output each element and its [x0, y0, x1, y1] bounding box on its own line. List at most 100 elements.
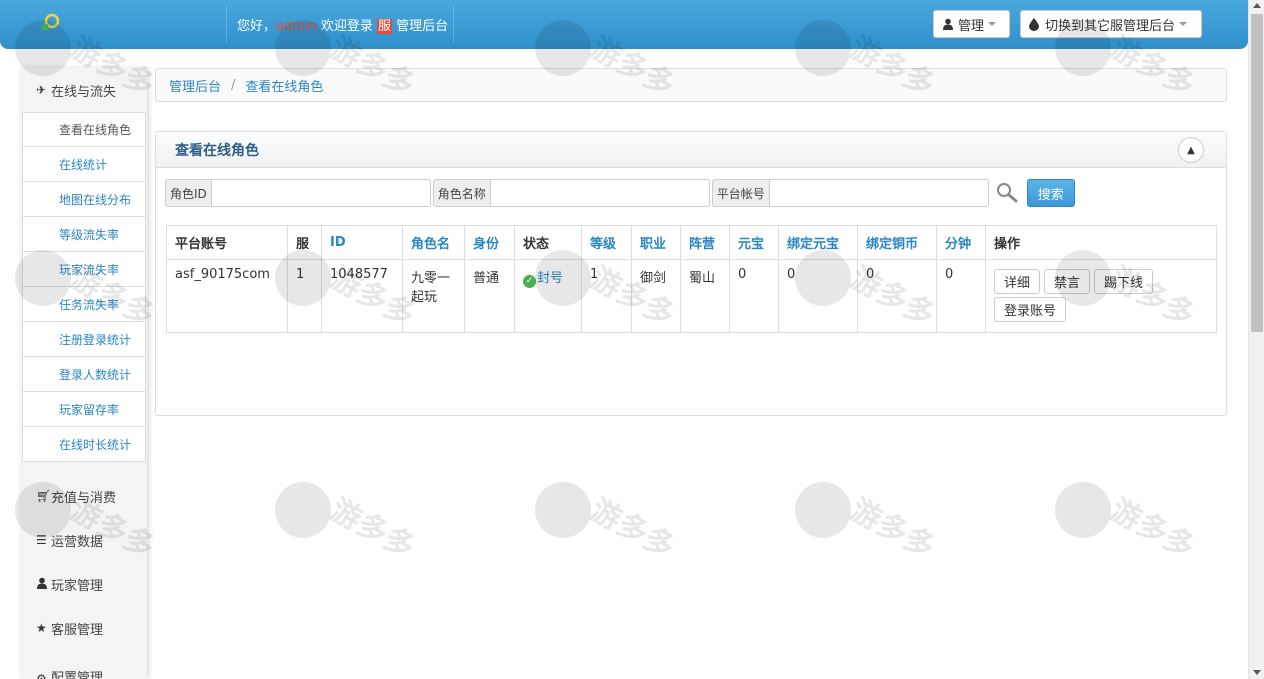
mute-button[interactable]: 禁言 — [1044, 269, 1091, 294]
top-navbar: 您好，admin 欢迎登录 服 管理后台 管理 切换到其它服管理后台 — [0, 0, 1248, 49]
sidebar-group-customer-service[interactable]: ★ 客服管理 — [20, 606, 147, 650]
server-badge: 服 — [377, 19, 393, 34]
username: admin — [276, 19, 317, 34]
sidebar-item-online-roles[interactable]: 查看在线角色 — [22, 112, 146, 147]
plane-icon: ✈ — [36, 83, 47, 97]
sidebar-item-map-distribution[interactable]: 地图在线分布 — [22, 182, 146, 217]
cell-server: 1 — [287, 259, 322, 333]
column-header-sortable[interactable]: ID — [321, 225, 403, 260]
breadcrumb-current-link[interactable]: 查看在线角色 — [245, 76, 323, 95]
sidebar-group-label: 玩家管理 — [51, 578, 104, 594]
status-link[interactable]: ✓ 封号 — [523, 271, 563, 288]
sidebar-item-login-count-stats[interactable]: 登录人数统计 — [22, 357, 146, 392]
watermark-text: 游多多 — [584, 492, 681, 566]
sidebar-item-register-login-stats[interactable]: 注册登录统计 — [22, 322, 146, 357]
column-header: 服 — [287, 225, 322, 260]
cart-icon: 🛒︎ — [36, 489, 52, 503]
scroll-up-arrow-icon[interactable] — [1253, 3, 1261, 8]
column-header-sortable[interactable]: 职业 — [631, 225, 681, 260]
switch-server-dropdown-button[interactable]: 切换到其它服管理后台 — [1020, 10, 1202, 38]
watermark-logo: 游多多 — [1055, 482, 1205, 572]
role-name-label: 角色名称 — [432, 179, 491, 207]
cell-bind-copper: 0 — [857, 259, 937, 333]
manage-dropdown-button[interactable]: 管理 — [933, 10, 1010, 38]
greeting-prefix: 您好， — [237, 19, 277, 34]
greeting-mid: 欢迎登录 — [316, 19, 378, 34]
sidebar-submenu: 查看在线角色 在线统计 地图在线分布 等级流失率 玩家流失率 任务流失率 注册登… — [22, 112, 146, 462]
cell-status: ✓ 封号 — [514, 259, 582, 333]
switch-label: 切换到其它服管理后台 — [1045, 18, 1176, 34]
watermark-circle-icon — [535, 482, 591, 538]
column-header: 状态 — [514, 225, 582, 260]
sidebar-group-recharge[interactable]: 🛒︎ 充值与消费 — [20, 474, 147, 518]
collapse-button[interactable]: ▲ — [1178, 137, 1204, 163]
drop-icon — [1029, 17, 1039, 31]
sidebar-group-operations[interactable]: ☰ 运营数据 — [20, 518, 147, 562]
sidebar-item-player-churn[interactable]: 玩家流失率 — [22, 252, 146, 287]
column-header-sortable[interactable]: 绑定铜币 — [857, 225, 937, 260]
column-header-sortable[interactable]: 阵营 — [680, 225, 730, 260]
logo-icon — [41, 13, 60, 31]
scroll-down-arrow-icon[interactable] — [1253, 670, 1261, 675]
cell-minutes: 0 — [936, 259, 986, 333]
sidebar-group-label: 在线与流失 — [51, 84, 117, 100]
sidebar-group-label: 运营数据 — [51, 534, 104, 550]
sidebar-item-online-stats[interactable]: 在线统计 — [22, 147, 146, 182]
column-header: 操作 — [985, 225, 1217, 260]
caret-down-icon — [1179, 22, 1188, 26]
kick-offline-button[interactable]: 踢下线 — [1094, 269, 1154, 294]
watermark-logo: 游多多 — [535, 482, 685, 572]
online-roles-panel: 查看在线角色 ▲ 角色ID 角色名称 平台帐号 搜索 平台账号 服 ID 角色名… — [155, 131, 1227, 416]
watermark-circle-icon — [275, 482, 331, 538]
login-account-button[interactable]: 登录账号 — [994, 297, 1067, 322]
role-id-input[interactable] — [211, 179, 431, 207]
role-name-filter: 角色名称 — [432, 179, 710, 207]
watermark-logo: 游多多 — [795, 482, 945, 572]
column-header-sortable[interactable]: 等级 — [581, 225, 632, 260]
online-roles-table: 平台账号 服 ID 角色名 身份 状态 等级 职业 阵营 元宝 绑定元宝 绑定铜… — [166, 225, 1217, 333]
watermark-logo: 游多多 — [275, 482, 425, 572]
details-button[interactable]: 详细 — [994, 269, 1041, 294]
sidebar-group-label: 充值与消费 — [51, 490, 117, 506]
greeting-suffix: 管理后台 — [392, 19, 449, 34]
list-icon: ☰ — [36, 533, 47, 547]
user-icon — [36, 577, 50, 592]
breadcrumb: 管理后台 / 查看在线角色 — [155, 68, 1227, 102]
sidebar-group-label: 配置管理 — [51, 671, 104, 679]
sidebar-item-task-churn[interactable]: 任务流失率 — [22, 287, 146, 322]
column-header-sortable[interactable]: 绑定元宝 — [778, 225, 858, 260]
column-header-sortable[interactable]: 元宝 — [729, 225, 779, 260]
cell-platform-account: asf_90175com — [166, 259, 288, 333]
sidebar-item-level-churn[interactable]: 等级流失率 — [22, 217, 146, 252]
sidebar-group-players[interactable]: 玩家管理 — [20, 562, 147, 606]
role-id-filter: 角色ID — [165, 179, 431, 207]
cell-yuanbao: 0 — [729, 259, 779, 333]
column-header-sortable[interactable]: 身份 — [464, 225, 515, 260]
user-icon — [943, 18, 953, 30]
sidebar-item-retention[interactable]: 玩家留存率 — [22, 392, 146, 427]
chevron-up-icon: ▲ — [1187, 144, 1195, 156]
sidebar-group-config[interactable]: ⚙ 配置管理 — [20, 650, 147, 679]
search-icon[interactable] — [995, 181, 1019, 205]
star-icon: ★ — [36, 621, 47, 635]
platform-account-filter: 平台帐号 — [711, 179, 989, 207]
navbar-divider — [226, 6, 227, 42]
platform-account-label: 平台帐号 — [711, 179, 770, 207]
scroll-thumb[interactable] — [1251, 14, 1263, 332]
navbar-divider — [453, 6, 454, 42]
column-header-sortable[interactable]: 角色名 — [402, 225, 465, 260]
sidebar-item-online-duration[interactable]: 在线时长统计 — [22, 427, 146, 462]
role-name-input[interactable] — [490, 179, 710, 207]
column-header-sortable[interactable]: 分钟 — [936, 225, 986, 260]
role-id-label: 角色ID — [165, 179, 212, 207]
page-scrollbar[interactable] — [1248, 0, 1264, 679]
watermark-circle-icon — [1055, 482, 1111, 538]
search-button[interactable]: 搜索 — [1026, 179, 1075, 207]
watermark-text: 游多多 — [324, 492, 421, 566]
sidebar-group-online-churn[interactable]: ✈ 在线与流失 — [20, 68, 147, 112]
action-buttons: 详细 禁言 踢下线 登录账号 — [994, 267, 1208, 322]
sidebar: ✈ 在线与流失 查看在线角色 在线统计 地图在线分布 等级流失率 玩家流失率 任… — [20, 68, 147, 679]
breadcrumb-root-link[interactable]: 管理后台 — [169, 76, 221, 95]
platform-account-input[interactable] — [769, 179, 989, 207]
table-row: asf_90175com 1 1048577 九零一起玩 普通 ✓ 封号 1 御剑… — [166, 259, 1217, 333]
